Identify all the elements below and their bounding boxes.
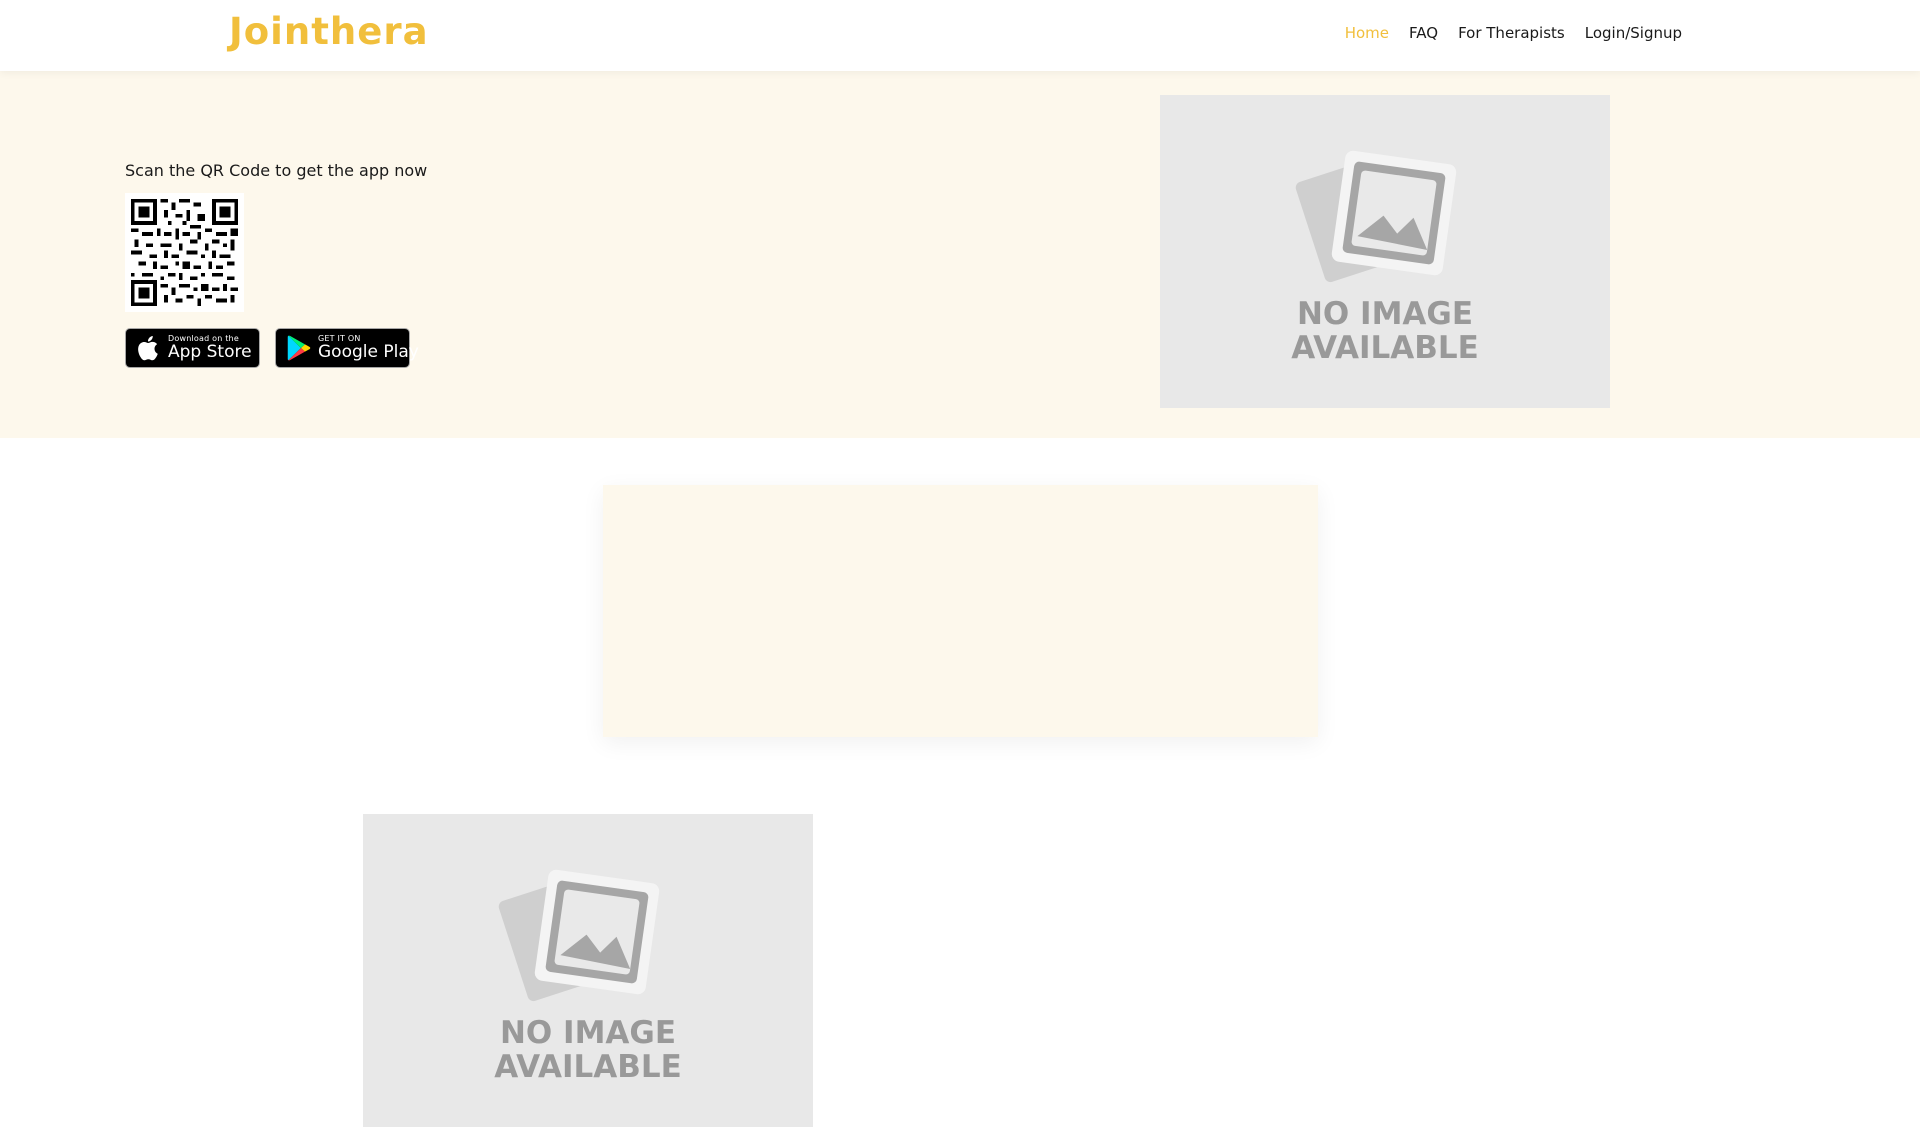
apple-icon <box>138 336 158 361</box>
main-nav: Home FAQ For Therapists Login/Signup <box>1345 24 1682 42</box>
hero-section <box>0 71 1920 438</box>
lower-image-placeholder: NO IMAGE AVAILABLE <box>363 814 813 1127</box>
nav-for-therapists[interactable]: For Therapists <box>1458 24 1565 42</box>
nav-login-signup[interactable]: Login/Signup <box>1585 24 1682 42</box>
no-image-line-2: AVAILABLE <box>1291 330 1479 366</box>
site-header: Jointhera Home FAQ For Therapists Login/… <box>0 0 1920 71</box>
no-image-line-1: NO IMAGE <box>499 1015 677 1051</box>
qr-code <box>125 193 244 312</box>
qr-caption: Scan the QR Code to get the app now <box>125 161 428 180</box>
no-image-line-1: NO IMAGE <box>1296 296 1474 332</box>
nav-home[interactable]: Home <box>1345 24 1389 42</box>
no-image-line-2: AVAILABLE <box>494 1049 682 1085</box>
hero-image-placeholder: NO IMAGE AVAILABLE <box>1160 95 1610 408</box>
content-card <box>603 485 1318 737</box>
logo[interactable]: Jointhera <box>229 10 429 53</box>
google-play-icon <box>287 335 311 361</box>
google-play-large-label: Google Play <box>318 342 419 362</box>
google-play-button[interactable]: GET IT ON Google Play <box>275 328 419 368</box>
qr-code-icon <box>131 199 238 306</box>
app-store-large-label: App Store <box>168 342 252 362</box>
app-store-button[interactable]: Download on the App Store <box>125 328 260 368</box>
nav-faq[interactable]: FAQ <box>1409 24 1438 42</box>
